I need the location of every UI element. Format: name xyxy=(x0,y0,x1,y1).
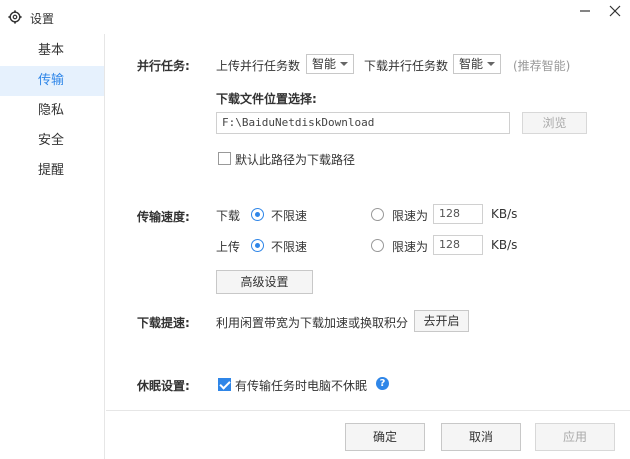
ok-button[interactable]: 确定 xyxy=(345,423,425,451)
upload-limit-label: 限速为 xyxy=(392,240,429,254)
window-title: 设置 xyxy=(30,12,55,26)
gear-icon xyxy=(8,10,22,24)
speed-section-label: 传输速度: xyxy=(137,210,190,224)
sleep-section-label: 休眠设置: xyxy=(137,379,190,393)
chevron-down-icon xyxy=(340,62,348,66)
sidebar: 基本 传输 隐私 安全 提醒 xyxy=(0,34,105,459)
download-unlimited-label: 不限速 xyxy=(271,209,308,223)
parallel-section-label: 并行任务: xyxy=(137,59,190,73)
apply-button[interactable]: 应用 xyxy=(535,423,615,451)
upload-limit-unit: KB/s xyxy=(491,238,518,252)
download-path-input[interactable]: F:\BaiduNetdiskDownload xyxy=(216,112,510,134)
download-limit-unit: KB/s xyxy=(491,207,518,221)
upload-limit-input[interactable]: 128 xyxy=(433,235,483,255)
upload-parallel-value: 智能 xyxy=(312,57,337,71)
minimize-icon[interactable] xyxy=(578,4,592,18)
close-icon[interactable] xyxy=(608,4,622,18)
download-parallel-select[interactable]: 智能 xyxy=(453,54,501,74)
boost-description: 利用闲置带宽为下载加速或换取积分 xyxy=(216,316,409,330)
boost-section-label: 下载提速: xyxy=(137,316,190,330)
download-unlimited-radio[interactable] xyxy=(251,208,264,221)
download-location-label: 下载文件位置选择: xyxy=(216,92,317,106)
parallel-hint: (推荐智能) xyxy=(513,59,571,73)
upload-speed-label: 上传 xyxy=(216,240,241,254)
upload-parallel-label: 上传并行任务数 xyxy=(216,59,301,73)
download-limit-radio[interactable] xyxy=(371,208,384,221)
enable-boost-button[interactable]: 去开启 xyxy=(414,310,469,332)
upload-unlimited-radio[interactable] xyxy=(251,239,264,252)
sidebar-item-privacy[interactable]: 隐私 xyxy=(0,96,104,126)
download-limit-label: 限速为 xyxy=(392,209,429,223)
download-parallel-label: 下载并行任务数 xyxy=(364,59,449,73)
sidebar-item-security[interactable]: 安全 xyxy=(0,126,104,156)
download-limit-input[interactable]: 128 xyxy=(433,204,483,224)
sidebar-item-transfer[interactable]: 传输 xyxy=(0,66,104,96)
sidebar-item-basic[interactable]: 基本 xyxy=(0,36,104,66)
upload-parallel-select[interactable]: 智能 xyxy=(306,54,354,74)
default-path-label: 默认此路径为下载路径 xyxy=(235,153,356,167)
browse-button[interactable]: 浏览 xyxy=(522,112,587,134)
upload-limit-radio[interactable] xyxy=(371,239,384,252)
prevent-sleep-label: 有传输任务时电脑不休眠 xyxy=(235,379,368,393)
upload-unlimited-label: 不限速 xyxy=(271,240,308,254)
prevent-sleep-checkbox[interactable] xyxy=(218,378,231,391)
chevron-down-icon xyxy=(487,62,495,66)
cancel-button[interactable]: 取消 xyxy=(441,423,521,451)
question-icon[interactable]: ? xyxy=(376,377,389,390)
title-bar: 设置 xyxy=(0,0,630,34)
download-parallel-value: 智能 xyxy=(459,57,484,71)
sidebar-item-reminder[interactable]: 提醒 xyxy=(0,156,104,186)
download-speed-label: 下载 xyxy=(216,209,241,223)
default-path-checkbox[interactable] xyxy=(218,152,231,165)
advanced-settings-button[interactable]: 高级设置 xyxy=(216,270,313,294)
